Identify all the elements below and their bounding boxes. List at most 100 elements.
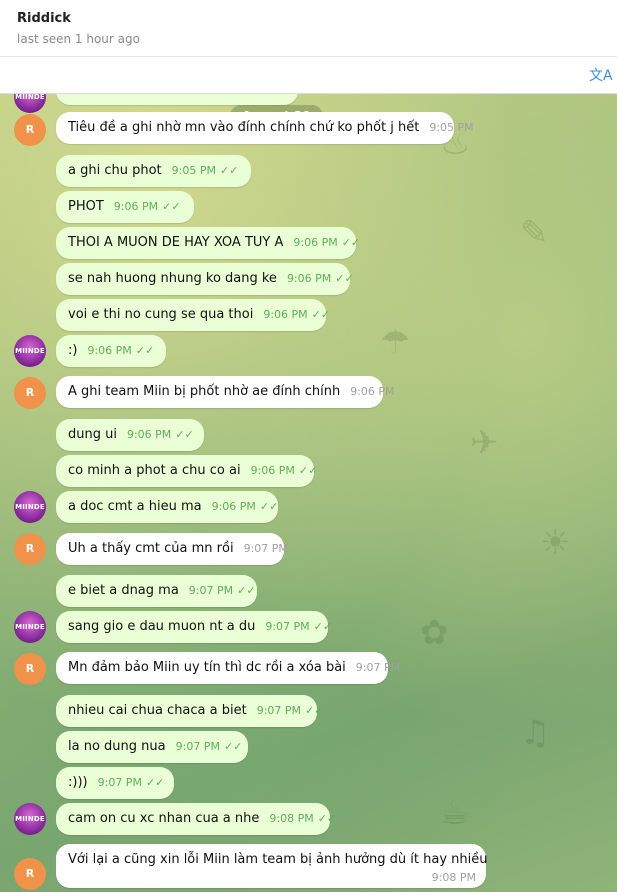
- message-bubble[interactable]: dung ui 9:06 PM ✓✓: [56, 419, 204, 451]
- message-bubble[interactable]: nhieu cai chua chaca a biet 9:07 PM ✓✓: [56, 695, 323, 727]
- message-time: 9:06 PM: [211, 500, 256, 513]
- avatar[interactable]: MIINDE: [14, 803, 46, 835]
- message-text: :): [68, 343, 78, 358]
- message-text: nhieu cai chua chaca a biet: [68, 703, 247, 718]
- read-ticks-icon: ✓✓: [223, 740, 243, 753]
- read-ticks-icon: ✓✓: [175, 428, 194, 441]
- message-bubble[interactable]: e biet a dnag ma 9:07 PM ✓✓: [56, 575, 257, 607]
- avatar[interactable]: R: [14, 377, 46, 409]
- message-text: e biet a dnag ma: [68, 583, 179, 598]
- message-bubble[interactable]: cam on cu xc nhan cua a nhe 9:08 PM ✓✓: [56, 803, 336, 835]
- message-time: 9:07 PM: [355, 661, 401, 674]
- message-text: a: [68, 93, 76, 105]
- message-text: Tiêu đề a ghi nhờ mn vào đính chính chứ …: [68, 120, 420, 135]
- message-time: 9:06 PM: [263, 308, 308, 321]
- message-text: THOI A MUON DE HAY XOA TUY A: [68, 235, 284, 250]
- avatar[interactable]: MIINDE: [14, 335, 46, 367]
- message-time: 9:05 PM: [224, 93, 268, 105]
- message-text: Uh a thấy cmt của mn rồi: [68, 541, 234, 556]
- translate-icon[interactable]: 文A T: [589, 65, 617, 85]
- message-text: a doc cmt a hieu ma: [68, 499, 202, 514]
- read-ticks-icon: ✓✓: [135, 344, 155, 357]
- message-text: a ghi chu phot: [68, 163, 162, 178]
- read-ticks-icon: ✓✓: [341, 236, 361, 249]
- read-ticks-icon: ✓✓: [219, 164, 239, 177]
- message-text: co minh a phot a chu co ai: [68, 463, 241, 478]
- avatar[interactable]: MIINDE: [14, 93, 46, 113]
- message-bubble[interactable]: la no dung nua 9:07 PM ✓✓: [56, 731, 248, 763]
- read-ticks-icon: ✓✓: [145, 776, 165, 789]
- message-time: 9:06 PM: [126, 428, 172, 441]
- message-time: 9:07 PM: [188, 584, 234, 597]
- message-time: 9:06 PM: [286, 272, 332, 285]
- last-seen-status: last seen 1 hour ago: [17, 32, 140, 46]
- message-text: sang gio e dau muon nt a du: [68, 619, 256, 634]
- message-bubble[interactable]: :) 9:06 PM ✓✓: [56, 335, 166, 367]
- message-text: :))): [68, 775, 88, 790]
- read-ticks-icon: ✓✓: [317, 812, 337, 825]
- doodle-icon: ✈: [470, 423, 499, 463]
- message-time: 9:05 PM: [429, 121, 474, 134]
- message-time: 9:08 PM: [269, 812, 314, 825]
- message-bubble[interactable]: se nah huong nhung ko dang ke 9:06 PM ✓✓: [56, 263, 354, 295]
- message-bubble[interactable]: Mn đảm bảo Miin uy tín thì dc rồi a xóa …: [56, 652, 400, 684]
- message-text: dung ui: [68, 427, 117, 442]
- message-time: 9:07 PM: [175, 740, 220, 753]
- message-text: se nah huong nhung ko dang ke: [68, 271, 277, 286]
- doodle-icon: ☕: [440, 793, 471, 833]
- read-ticks-icon: ✓✓: [237, 584, 256, 597]
- message-text: voi e thi no cung se qua thoi: [68, 307, 254, 322]
- read-ticks-icon: ✓✓: [162, 200, 181, 213]
- message-bubble[interactable]: a ghi chu phot 9:05 PM ✓✓: [56, 155, 251, 187]
- read-ticks-icon: ✓✓: [298, 464, 318, 477]
- avatar[interactable]: R: [14, 858, 46, 890]
- doodle-icon: ✎: [520, 213, 549, 253]
- message-time: 9:06 PM: [87, 344, 132, 357]
- message-time: 9:07 PM: [265, 620, 310, 633]
- message-bubble[interactable]: PHOT 9:06 PM ✓✓: [56, 191, 194, 223]
- read-ticks-icon: ✓✓: [311, 308, 331, 321]
- doodle-icon: ✿: [420, 613, 449, 653]
- doodle-icon: ☀: [540, 523, 571, 563]
- message-bubble[interactable]: voi e thi no cung se qua thoi 9:06 PM ✓✓: [56, 299, 330, 331]
- doodle-icon: ♫: [520, 713, 551, 753]
- avatar[interactable]: MIINDE: [14, 491, 46, 523]
- message-time: 9:06 PM: [293, 236, 338, 249]
- message-bubble[interactable]: :))) 9:07 PM ✓✓: [56, 767, 174, 799]
- avatar[interactable]: MIINDE: [14, 611, 46, 643]
- message-list[interactable]: ♨ ✎ ☂ ✈ ☀ ✿ ♫ ☕ a 9:05 PM MIINDE August …: [0, 93, 617, 892]
- message-bubble[interactable]: Uh a thấy cmt của mn rồi 9:07 PM: [56, 533, 288, 565]
- message-time: 9:05 PM: [171, 164, 216, 177]
- read-ticks-icon: ✓✓: [259, 500, 279, 513]
- avatar[interactable]: R: [14, 533, 46, 565]
- contact-name[interactable]: Riddick: [17, 11, 71, 26]
- message-text: A ghi team Miin bị phốt nhờ ae đính chín…: [68, 384, 341, 399]
- message-text: cam on cu xc nhan cua a nhe: [68, 811, 260, 826]
- message-bubble[interactable]: a 9:05 PM: [56, 93, 298, 105]
- message-time: 9:06 PM: [113, 200, 159, 213]
- message-time: 9:07 PM: [243, 542, 288, 555]
- message-bubble[interactable]: THOI A MUON DE HAY XOA TUY A 9:06 PM ✓✓: [56, 227, 360, 259]
- read-ticks-icon: ✓✓: [305, 704, 324, 717]
- chat-header: Riddick last seen 1 hour ago: [0, 0, 617, 57]
- message-time: 9:06 PM: [350, 385, 395, 398]
- message-text: Mn đảm bảo Miin uy tín thì dc rồi a xóa …: [68, 660, 346, 675]
- top-bar: 文A T: [0, 57, 617, 94]
- message-bubble[interactable]: Tiêu đề a ghi nhờ mn vào đính chính chứ …: [56, 112, 474, 144]
- message-text: la no dung nua: [68, 739, 166, 754]
- message-time: 9:07 PM: [256, 704, 302, 717]
- read-ticks-icon: ✓✓: [313, 620, 333, 633]
- message-text: Với lại a cũng xin lỗi Miin làm team bị …: [68, 852, 488, 867]
- message-bubble[interactable]: a doc cmt a hieu ma 9:06 PM ✓✓: [56, 491, 278, 523]
- doodle-icon: ☂: [380, 323, 411, 363]
- message-time: 9:08 PM: [431, 871, 476, 884]
- message-bubble[interactable]: Với lại a cũng xin lỗi Miin làm team bị …: [56, 844, 488, 888]
- message-bubble[interactable]: co minh a phot a chu co ai 9:06 PM ✓✓: [56, 455, 318, 487]
- message-bubble[interactable]: sang gio e dau muon nt a du 9:07 PM ✓✓: [56, 611, 332, 643]
- message-time: 9:06 PM: [250, 464, 295, 477]
- avatar[interactable]: R: [14, 114, 46, 146]
- message-text: PHOT: [68, 199, 104, 214]
- message-bubble[interactable]: A ghi team Miin bị phốt nhờ ae đính chín…: [56, 376, 395, 408]
- avatar[interactable]: R: [14, 653, 46, 685]
- read-ticks-icon: ✓✓: [335, 272, 354, 285]
